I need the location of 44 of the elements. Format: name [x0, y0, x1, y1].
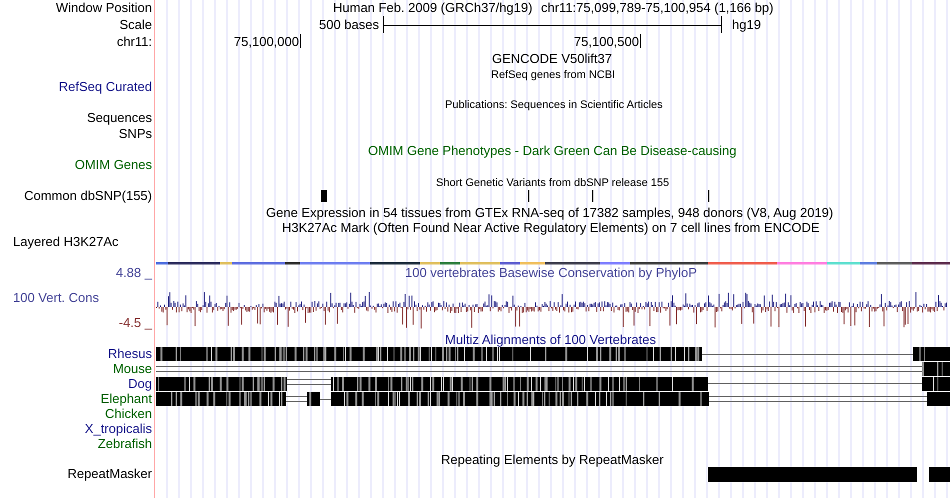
- species-label: Dog: [128, 376, 152, 392]
- track-title: RefSeq genes from NCBI: [491, 68, 616, 83]
- ruler-tick: [640, 34, 641, 48]
- axis-min-label: -4.5 _: [118, 315, 152, 331]
- ruler-tick-label: 75,100,500: [574, 34, 639, 50]
- species-label: X_tropicalis: [84, 421, 152, 437]
- track-label: RepeatMasker: [67, 466, 152, 482]
- track-label: Common dbSNP(155): [24, 188, 152, 204]
- species-label: Chicken: [105, 406, 152, 422]
- track-label: Sequences: [86, 110, 152, 126]
- variant-mark: [592, 190, 594, 202]
- assembly-label: hg19: [732, 17, 761, 33]
- track-label: 100 Vert. Cons: [13, 290, 99, 306]
- track-title: Repeating Elements by RepeatMasker: [441, 452, 664, 468]
- scale-bar-icon: [383, 16, 722, 34]
- scale-label: 500 bases: [319, 17, 379, 33]
- row-label: Window Position: [56, 0, 152, 16]
- track-label: SNPs: [118, 126, 152, 142]
- species-label: Zebrafish: [98, 436, 152, 452]
- row-label: Scale: [119, 17, 152, 33]
- variant-mark: [708, 190, 710, 202]
- position-range: chr11:75,099,789-75,100,954 (1,166 bp): [541, 0, 774, 16]
- axis-max-label: 4.88 _: [116, 265, 152, 281]
- track-title: GENCODE V50lift37: [492, 51, 612, 67]
- track-label: OMIM Genes: [74, 157, 152, 173]
- ruler-tick-label: 75,100,000: [234, 34, 299, 50]
- variant-mark: [528, 190, 530, 202]
- track-title: OMIM Gene Phenotypes - Dark Green Can Be Disease-causing: [368, 143, 737, 159]
- species-label: Mouse: [112, 361, 152, 377]
- track-title: Publications: Sequences in Scientific Articles: [445, 98, 663, 113]
- track-title: H3K27Ac Mark (Often Found Near Active Regulatory Elements) on 7 cell lines from ENCODE: [282, 220, 820, 236]
- species-label: Rhesus: [108, 346, 152, 362]
- track-title: Short Genetic Variants from dbSNP release 155: [436, 176, 670, 191]
- variant-mark: [321, 190, 327, 202]
- species-label: Elephant: [100, 391, 152, 407]
- chromosome-label: chr11:: [116, 34, 152, 50]
- track-title: Gene Expression in 54 tissues from GTEx RNA-seq of 17382 samples, 948 donors (V8, Aug 2019): [266, 205, 834, 221]
- ruler-tick: [300, 34, 301, 48]
- track-title: 100 vertebrates Basewise Conservation by PhyloP: [405, 265, 697, 281]
- repeat-element: [929, 467, 950, 482]
- track-label: Layered H3K27Ac: [13, 234, 119, 250]
- track-title: Multiz Alignments of 100 Vertebrates: [445, 332, 656, 348]
- track-label: RefSeq Curated: [58, 79, 152, 95]
- assembly-title: Human Feb. 2009 (GRCh37/hg19): [333, 0, 532, 16]
